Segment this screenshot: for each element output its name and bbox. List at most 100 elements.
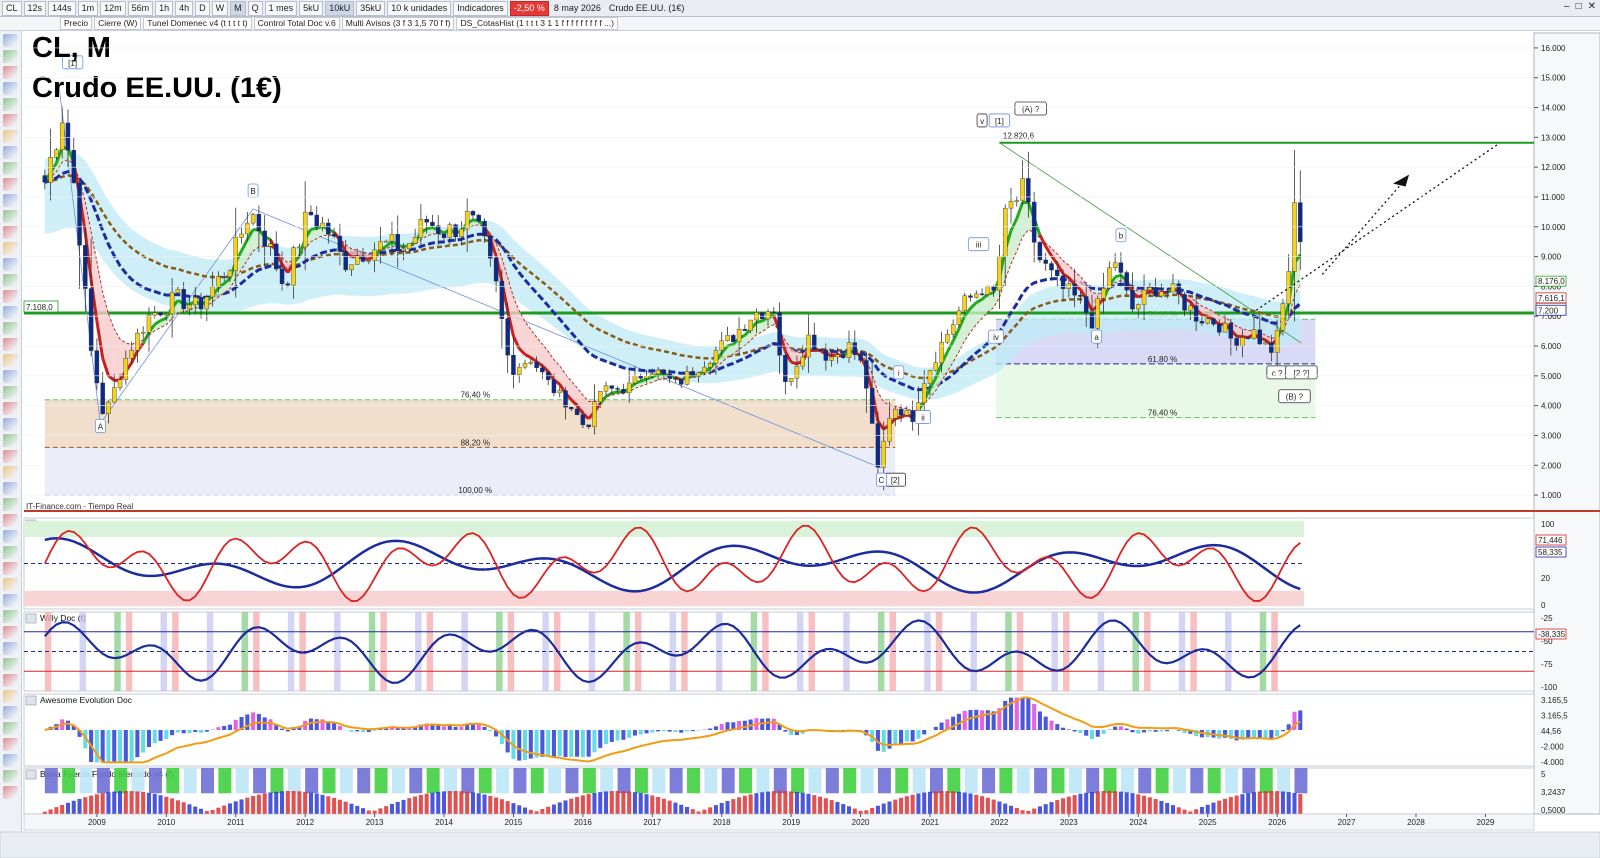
chart-subtitle: Crudo EE.UU. (1€) [32, 72, 282, 104]
force-histogram [152, 793, 157, 814]
force-bar [305, 768, 319, 794]
force-histogram [557, 802, 562, 814]
force-histogram [1280, 791, 1285, 814]
year-label: 2015 [505, 818, 523, 827]
force-histogram [355, 805, 360, 814]
force-histogram [615, 791, 620, 814]
awesome-bar [1037, 711, 1042, 730]
force-bar [1225, 768, 1239, 794]
candle-body [684, 371, 690, 385]
candle-body [1257, 329, 1262, 345]
force-histogram [291, 791, 296, 814]
awesome-bar [181, 730, 186, 734]
awesome-bar [314, 719, 319, 730]
candle-body [158, 312, 163, 316]
force-histogram [887, 801, 892, 814]
wave-label: A [98, 423, 104, 432]
force-histogram [470, 792, 475, 814]
candle-body [227, 270, 233, 277]
panel-tick-label: -2.000 [1541, 743, 1564, 752]
force-histogram [297, 791, 302, 814]
force-bar [1242, 768, 1256, 794]
force-histogram [580, 795, 585, 814]
candle-body [603, 385, 609, 392]
price-tag-label: 7.200 [1538, 306, 1559, 315]
awesome-bar [233, 719, 238, 730]
awesome-bar [563, 730, 568, 758]
candle-body [725, 335, 730, 341]
force-histogram [1095, 791, 1100, 814]
candle-body [1130, 289, 1135, 310]
force-bar [218, 768, 232, 794]
candle-body [476, 214, 481, 222]
awesome-bar [123, 730, 128, 763]
force-histogram [459, 791, 464, 814]
force-histogram [141, 792, 146, 814]
candle-body [77, 182, 82, 246]
force-bar [582, 768, 596, 794]
awesome-bar [129, 730, 134, 763]
awesome-bar [482, 726, 487, 730]
candle-body [100, 382, 105, 415]
force-histogram [1078, 793, 1083, 814]
candle-body [366, 260, 372, 262]
force-bar [478, 768, 492, 794]
force-histogram [1176, 807, 1181, 814]
year-label: 2018 [713, 818, 731, 827]
awesome-bar [204, 730, 209, 732]
force-histogram [586, 794, 591, 814]
candle-body [54, 149, 59, 158]
awesome-bar [540, 730, 545, 757]
awesome-bar [332, 722, 337, 730]
force-histogram [1066, 796, 1071, 814]
force-bar [1155, 768, 1169, 794]
force-bar [270, 768, 284, 794]
panel-settings-icon[interactable] [25, 613, 37, 624]
force-bar [999, 768, 1013, 794]
force-bar [756, 768, 770, 794]
price-tick-label: 13.000 [1541, 133, 1566, 142]
candle-body [302, 211, 308, 248]
force-histogram [204, 811, 209, 814]
candle-body [609, 385, 615, 389]
year-label: 2021 [921, 818, 939, 827]
year-label: 2026 [1268, 818, 1286, 827]
force-histogram [1020, 810, 1025, 814]
force-histogram [696, 811, 701, 814]
candle-body [355, 255, 360, 265]
panel-settings-icon[interactable] [25, 769, 37, 780]
force-bar [1034, 768, 1048, 794]
indicator-panel: Sistema de trenes Doc v4 (f f) [23, 517, 1535, 610]
candle-body [644, 375, 649, 379]
candle-body [470, 211, 476, 216]
awesome-bar [742, 720, 747, 730]
force-histogram [48, 809, 53, 814]
awesome-bar [708, 728, 713, 730]
candle-body [927, 370, 933, 384]
awesome-bar [771, 718, 776, 730]
awesome-bar [366, 730, 371, 733]
candle-body [389, 234, 395, 242]
force-bar [131, 768, 145, 794]
force-histogram [320, 794, 325, 814]
force-histogram [748, 794, 753, 814]
wave-label: C [879, 476, 885, 485]
force-bar [426, 768, 440, 794]
awesome-bar [598, 730, 603, 748]
awesome-bar [650, 730, 655, 733]
candle-body [1292, 202, 1297, 272]
candle-body [297, 246, 302, 249]
year-label: 2020 [852, 818, 870, 827]
force-histogram [89, 795, 94, 814]
force-histogram [170, 798, 175, 814]
awesome-bar [1263, 730, 1268, 738]
panel-tick-label: 3.165,5 [1541, 696, 1568, 705]
candle-body [1026, 178, 1031, 203]
candle-body [1240, 337, 1245, 347]
force-bar [96, 768, 110, 794]
force-bar [1051, 768, 1065, 794]
force-histogram [632, 792, 637, 814]
force-histogram [1061, 798, 1066, 814]
candle-body [1014, 200, 1020, 202]
panel-settings-icon[interactable] [25, 695, 37, 706]
